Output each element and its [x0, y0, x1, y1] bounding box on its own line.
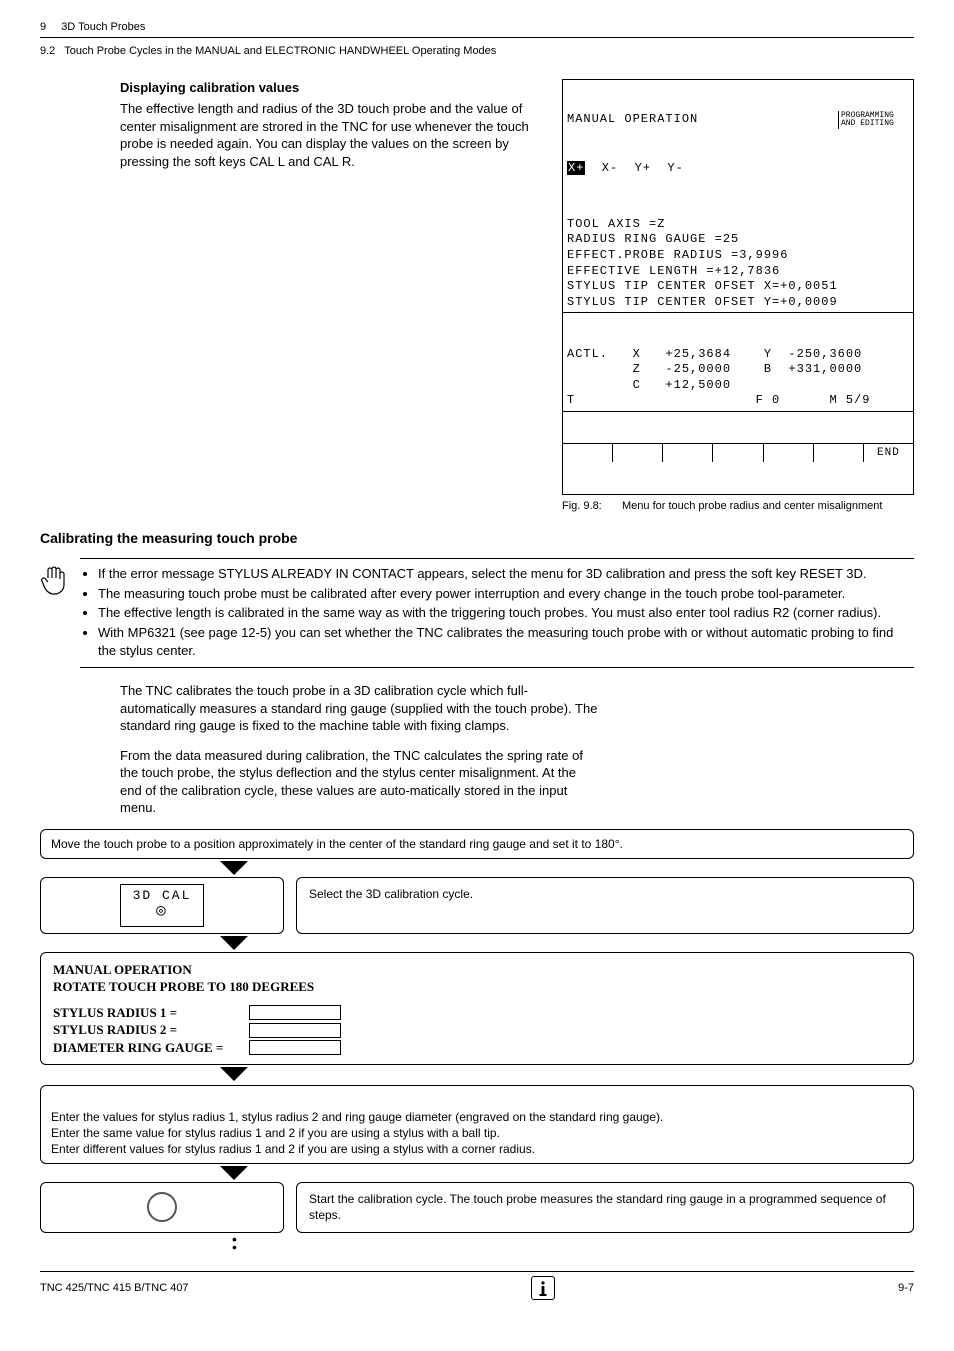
- flow-arrow-icon: [220, 1166, 248, 1180]
- flow-arrow-icon: [220, 861, 248, 875]
- note-item: With MP6321 (see page 12-5) you can set …: [98, 624, 914, 659]
- section-number: 9.2: [40, 45, 55, 57]
- note-item: The measuring touch probe must be calibr…: [98, 585, 914, 603]
- header-rule: [40, 37, 914, 38]
- footer-left: TNC 425/TNC 415 B/TNC 407: [40, 1281, 189, 1296]
- body-paragraph: The TNC calibrates the touch probe in a …: [40, 682, 600, 735]
- screen-body: TOOL AXIS =ZRADIUS RING GAUGE =25EFFECT.…: [563, 209, 913, 314]
- softkey-end: END: [863, 444, 913, 462]
- page-footer: TNC 425/TNC 415 B/TNC 407 9-7: [40, 1271, 914, 1300]
- screen-title: MANUAL OPERATION: [563, 111, 838, 129]
- step-description: Start the calibration cycle. The touch p…: [296, 1182, 914, 1232]
- page-header: 9 3D Touch Probes: [40, 20, 914, 35]
- step-instruction: Move the touch probe to a position appro…: [40, 829, 914, 859]
- step-description: Select the 3D calibration cycle.: [296, 877, 914, 934]
- target-icon: ◎: [156, 903, 168, 919]
- tnc-screen-figure: MANUAL OPERATION PROGRAMMING AND EDITING…: [562, 79, 914, 495]
- screen-mode: PROGRAMMING AND EDITING: [838, 111, 913, 129]
- step-button-container: [40, 1182, 284, 1232]
- field-label: STYLUS RADIUS 2 =: [53, 1021, 243, 1039]
- info-icon: [531, 1276, 555, 1300]
- note-list: If the error message STYLUS ALREADY IN C…: [80, 558, 914, 668]
- footer-page-number: 9-7: [898, 1281, 914, 1296]
- prompt-line: ROTATE TOUCH PROBE TO 180 DEGREES: [53, 978, 901, 996]
- subsection-heading: Displaying calibration values: [120, 79, 542, 97]
- note-item: The effective length is calibrated in th…: [98, 604, 914, 622]
- screen-prompt-box: MANUAL OPERATION ROTATE TOUCH PROBE TO 1…: [40, 952, 914, 1066]
- prompt-line: MANUAL OPERATION: [53, 961, 901, 979]
- section-title: Touch Probe Cycles in the MANUAL and ELE…: [64, 45, 496, 57]
- flow-arrow-icon: [220, 936, 248, 950]
- subsection-paragraph: The effective length and radius of the 3…: [120, 100, 542, 170]
- field-label: DIAMETER RING GAUGE =: [53, 1039, 243, 1057]
- stylus-radius-2-input[interactable]: [249, 1023, 341, 1038]
- screen-axes-row: X+ X- Y+ Y-: [563, 160, 913, 178]
- stylus-radius-1-input[interactable]: [249, 1005, 341, 1020]
- flow-arrow-icon: [220, 1067, 248, 1081]
- heading-calibrating: Calibrating the measuring touch probe: [40, 529, 914, 548]
- screen-position-display: ACTL. X +25,3684 Y -250,3600 Z -25,0000 …: [563, 345, 913, 412]
- field-label: STYLUS RADIUS 1 =: [53, 1004, 243, 1022]
- nc-start-button[interactable]: [147, 1192, 177, 1222]
- diameter-ring-gauge-input[interactable]: [249, 1040, 341, 1055]
- hand-icon: [40, 558, 70, 668]
- step-instruction: Enter the values for stylus radius 1, st…: [40, 1085, 914, 1164]
- step-softkey-container: 3D CAL ◎: [40, 877, 284, 934]
- figure-caption: Fig. 9.8: Menu for touch probe radius an…: [562, 499, 914, 514]
- note-item: If the error message STYLUS ALREADY IN C…: [98, 565, 914, 583]
- chapter-number: 9: [40, 21, 46, 33]
- body-paragraph: From the data measured during calibratio…: [40, 747, 600, 817]
- continuation-dots: ••: [232, 1235, 914, 1252]
- softkey-3d-cal[interactable]: 3D CAL ◎: [120, 884, 205, 927]
- chapter-title: 3D Touch Probes: [61, 21, 145, 33]
- screen-softkey-row: END: [563, 443, 913, 462]
- section-header: 9.2 Touch Probe Cycles in the MANUAL and…: [40, 44, 914, 59]
